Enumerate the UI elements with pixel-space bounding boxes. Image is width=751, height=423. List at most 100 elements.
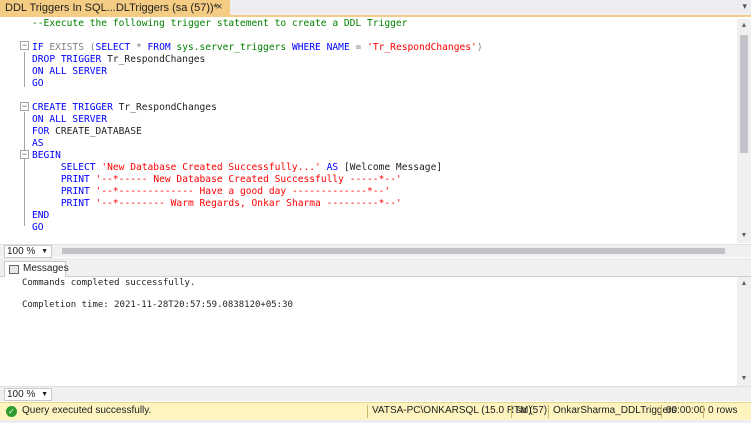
code-token: SELECT [95, 42, 131, 53]
status-server: VATSA-PC\ONKARSQL (15.0 RTM) [372, 405, 532, 416]
code-token: PRINT [60, 186, 90, 197]
collapse-icon[interactable]: − [20, 102, 29, 111]
status-divider [548, 405, 549, 418]
code-token: Tr_RespondChanges [112, 102, 217, 113]
zoom-value: 100 % [7, 389, 36, 400]
code-line[interactable]: --Execute the following trigger statemen… [32, 18, 483, 30]
code-line[interactable]: PRINT '--*-------- Warm Regards, Onkar S… [32, 198, 483, 210]
scroll-up-icon[interactable]: ▲ [737, 19, 751, 33]
chevron-down-icon: ▼ [41, 391, 48, 398]
code-token: sys.server_triggers [176, 42, 287, 53]
close-icon[interactable]: × [216, 1, 222, 13]
code-token: 'Tr_RespondChanges' [367, 42, 477, 53]
code-token: FROM [147, 42, 171, 53]
code-token: 'New Database Created Successfully...' [101, 162, 321, 173]
code-line[interactable]: PRINT '--*------------- Have a good day … [32, 186, 483, 198]
code-line[interactable]: PRINT '--*----- New Database Created Suc… [32, 174, 483, 186]
zoom-value: 100 % [7, 246, 36, 257]
status-user: sa (57) [516, 405, 548, 416]
code-line[interactable]: ON ALL SERVER [32, 114, 483, 126]
chevron-down-icon[interactable]: ▾ [742, 1, 747, 12]
status-divider [661, 405, 662, 418]
results-zoom-bar: 100 % ▼ [0, 386, 751, 401]
messages-vertical-scrollbar[interactable]: ▲ ▼ [737, 277, 751, 386]
editor-zoom-select[interactable]: 100 % ▼ [4, 245, 52, 258]
code-line[interactable]: IF EXISTS (SELECT * FROM sys.server_trig… [32, 42, 483, 54]
code-token: ( [83, 42, 96, 53]
code-line[interactable] [32, 90, 483, 102]
code-token: AS [326, 162, 339, 173]
status-divider [367, 405, 368, 418]
scrollbar-thumb[interactable] [740, 35, 748, 153]
code-token: ON ALL SERVER [32, 114, 108, 125]
outline-line [24, 112, 25, 226]
tab-messages[interactable]: Messages [4, 261, 69, 277]
code-line[interactable]: BEGIN [32, 150, 483, 162]
code-line[interactable]: CREATE TRIGGER Tr_RespondChanges [32, 102, 483, 114]
collapse-icon[interactable]: − [20, 41, 29, 50]
code-token: PRINT [60, 198, 90, 209]
chevron-down-icon: ▼ [41, 248, 48, 255]
collapse-icon[interactable]: − [20, 150, 29, 159]
code-token: GO [32, 78, 44, 89]
editor-vertical-scrollbar[interactable]: ▲ ▼ [737, 19, 751, 243]
message-line: Completion time: 2021-11-28T20:57:59.083… [22, 300, 293, 310]
code-token: CREATE_DATABASE [49, 126, 142, 137]
code-line[interactable]: SELECT 'New Database Created Successfull… [32, 162, 483, 174]
status-divider [703, 405, 704, 418]
status-message: Query executed successfully. [22, 405, 152, 416]
code-token: DROP TRIGGER [32, 54, 102, 65]
results-tab-bar: Messages [0, 261, 751, 277]
code-line[interactable]: GO [32, 78, 483, 90]
code-text[interactable]: --Execute the following trigger statemen… [32, 18, 483, 234]
code-line[interactable]: DROP TRIGGER Tr_RespondChanges [32, 54, 483, 66]
code-token: EXISTS [49, 42, 84, 53]
code-token: PRINT [60, 174, 90, 185]
messages-pane[interactable]: Commands completed successfully. Complet… [0, 277, 751, 386]
editor-gutter [0, 19, 20, 243]
code-line[interactable]: END [32, 210, 483, 222]
code-line[interactable] [32, 30, 483, 42]
results-zoom-select[interactable]: 100 % ▼ [4, 388, 52, 401]
success-check-icon: ✓ [6, 406, 17, 417]
code-token: --Execute the following trigger statemen… [32, 18, 408, 29]
status-rows: 0 rows [708, 405, 738, 416]
code-token: END [32, 210, 50, 221]
status-database: OnkarSharma_DDLTriggers [553, 405, 677, 416]
code-token: ) [476, 42, 483, 53]
status-divider [511, 405, 512, 418]
code-token: FOR [32, 126, 50, 137]
code-token: IF [32, 42, 50, 53]
code-line[interactable]: FOR CREATE_DATABASE [32, 126, 483, 138]
scroll-down-icon[interactable]: ▼ [737, 229, 751, 243]
code-line[interactable]: AS [32, 138, 483, 150]
code-line[interactable]: ON ALL SERVER [32, 66, 483, 78]
code-token: WHERE [291, 42, 321, 53]
scroll-down-icon[interactable]: ▼ [737, 372, 751, 386]
editor-horizontal-scrollbar[interactable] [56, 245, 737, 258]
status-bar: ✓ Query executed successfully. VATSA-PC\… [0, 402, 751, 420]
code-token: * [130, 42, 148, 53]
messages-icon [9, 265, 19, 274]
document-tab-bar: DDL Triggers In SQL...DLTriggers (sa (57… [0, 0, 751, 17]
tab-query-document[interactable]: DDL Triggers In SQL...DLTriggers (sa (57… [0, 0, 230, 17]
code-token: ON ALL SERVER [32, 66, 108, 77]
code-token: Tr_RespondChanges [101, 54, 206, 65]
query-editor[interactable]: − − − --Execute the following trigger st… [0, 18, 751, 243]
scrollbar-thumb[interactable] [62, 248, 725, 254]
code-token: '--*-------- Warm Regards, Onkar Sharma … [95, 198, 402, 209]
code-token: [Welcome Message] [338, 162, 443, 173]
editor-zoom-bar: 100 % ▼ [0, 244, 751, 258]
code-token: BEGIN [32, 150, 61, 161]
status-elapsed: 00:00:00 [666, 405, 705, 416]
code-token: AS [32, 138, 44, 149]
code-token: CREATE TRIGGER [32, 102, 113, 113]
code-token: SELECT [60, 162, 96, 173]
outline-line [24, 52, 25, 87]
scroll-up-icon[interactable]: ▲ [737, 277, 751, 291]
code-line[interactable]: GO [32, 222, 483, 234]
tab-title: DDL Triggers In SQL...DLTriggers (sa (57… [5, 2, 218, 14]
tab-messages-label: Messages [23, 263, 69, 274]
